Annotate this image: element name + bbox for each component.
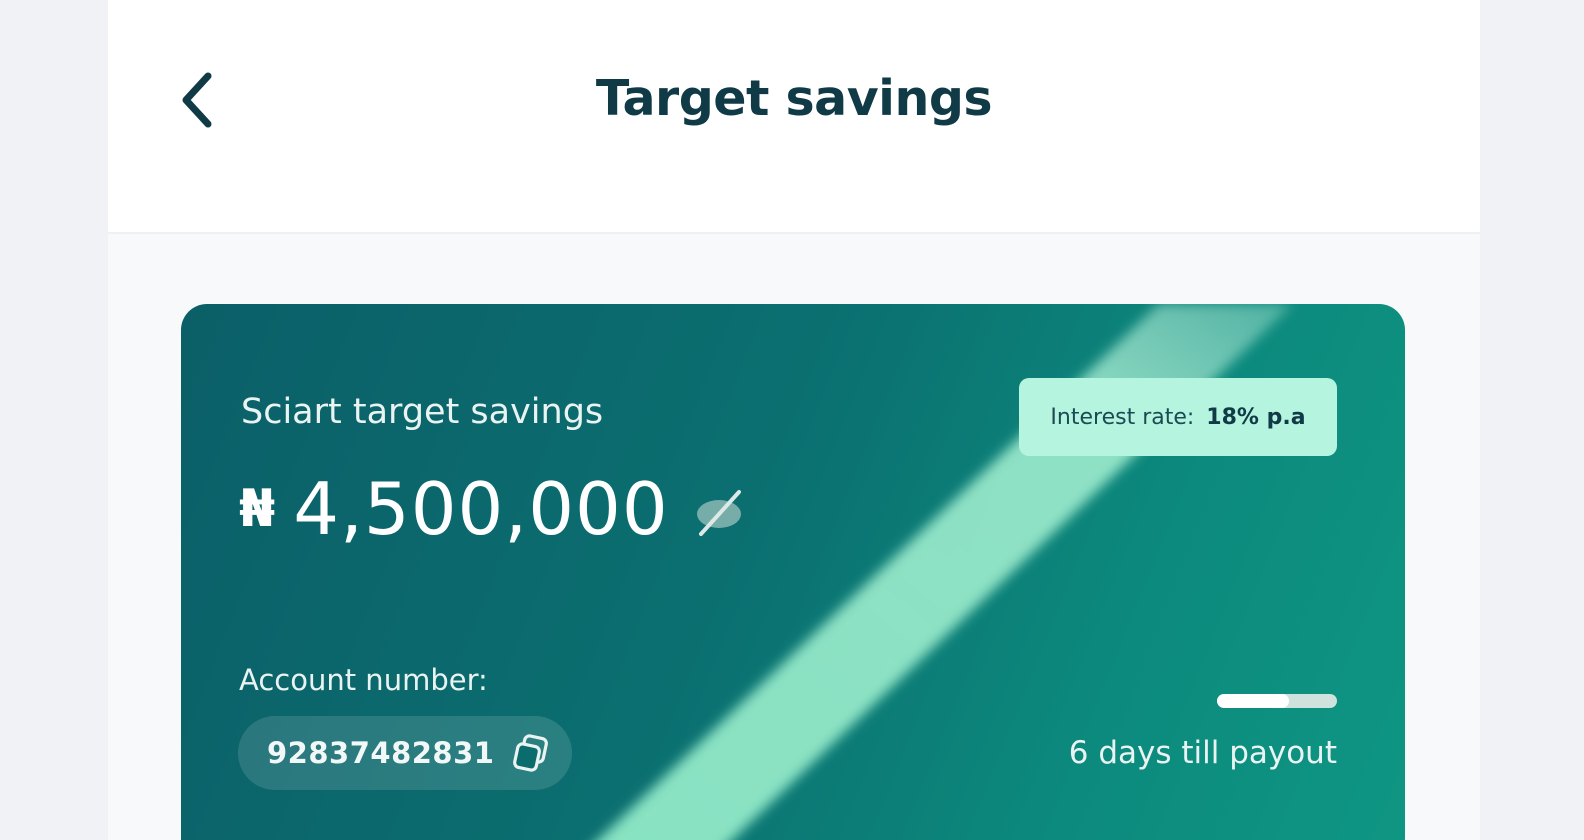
account-number-pill: 92837482831 — [238, 716, 572, 790]
account-number: 92837482831 — [267, 736, 495, 770]
currency-symbol: ₦ — [239, 479, 276, 539]
mobile-screen: Target savings Sciart target savings ₦ 4… — [108, 0, 1480, 840]
account-number-label: Account number: — [239, 663, 488, 697]
eye-off-icon — [696, 490, 741, 536]
savings-plan-name: Sciart target savings — [241, 392, 604, 432]
page-title: Target savings — [595, 70, 993, 127]
balance-amount: 4,500,000 — [293, 467, 669, 551]
app-frame: Target savings Sciart target savings ₦ 4… — [0, 0, 1584, 840]
savings-card: Sciart target savings ₦ 4,500,000 Intere… — [181, 304, 1405, 840]
payout-progress-fill — [1217, 694, 1289, 708]
top-app-bar: Target savings — [108, 0, 1480, 234]
interest-rate-badge: Interest rate: 18% p.a — [1019, 378, 1337, 456]
payout-progress-bar — [1217, 694, 1337, 708]
interest-rate-label: Interest rate: — [1050, 404, 1195, 430]
balance-row: ₦ 4,500,000 — [239, 464, 747, 554]
toggle-balance-visibility[interactable] — [691, 484, 747, 540]
payout-countdown: 6 days till payout — [1068, 735, 1337, 771]
copy-account-button[interactable] — [508, 730, 554, 776]
copy-icon — [513, 734, 549, 772]
interest-rate-value: 18% p.a — [1206, 404, 1306, 430]
